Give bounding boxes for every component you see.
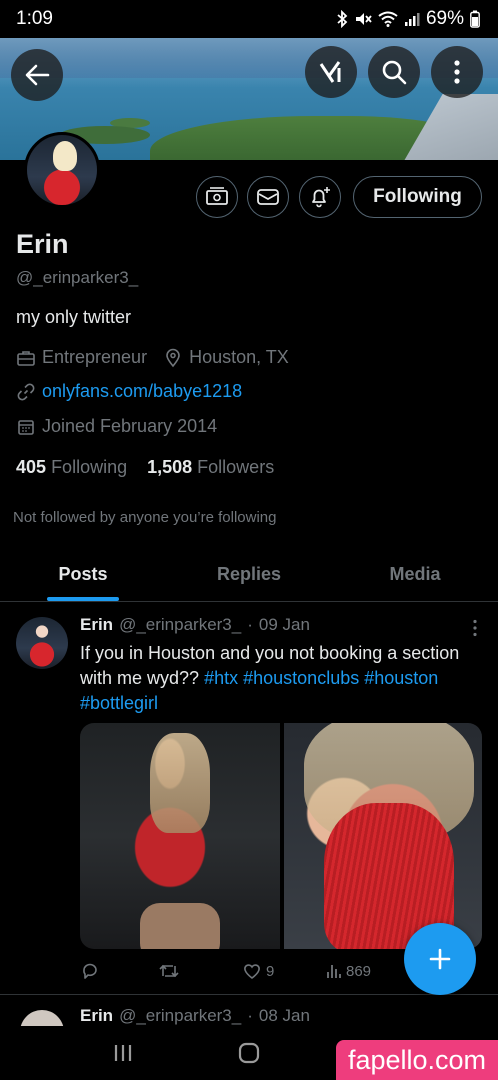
recent-apps-button[interactable] <box>103 1033 143 1073</box>
profile-tabs: Posts Replies Media <box>0 548 498 602</box>
post-author-handle[interactable]: @_erinparker3_ <box>119 1006 241 1026</box>
hashtag-link[interactable]: #htx <box>204 668 238 688</box>
battery-percent: 69% <box>425 8 464 29</box>
back-arrow-icon <box>25 64 50 86</box>
following-count: 405 <box>16 457 47 477</box>
not-followed-note: Not followed by anyone you’re following <box>13 509 277 526</box>
views-button[interactable]: 869 <box>326 963 371 980</box>
calendar-icon <box>18 419 34 435</box>
post-header: Erin @_erinparker3_ · 08 Jan <box>80 1006 310 1026</box>
post-date[interactable]: 09 Jan <box>259 615 310 635</box>
compose-post-button[interactable] <box>404 923 476 995</box>
profile-joined-row: Joined February 2014 <box>16 416 217 437</box>
profile-category: Entrepreneur <box>42 347 148 367</box>
followers-label: Followers <box>197 457 275 477</box>
location-pin-icon <box>166 348 180 367</box>
home-button[interactable] <box>229 1033 269 1073</box>
more-options-button[interactable] <box>431 46 483 98</box>
like-button[interactable]: 9 <box>242 962 326 980</box>
status-icons: 69% <box>336 8 480 30</box>
battery-icon <box>470 10 480 28</box>
tab-media[interactable]: Media <box>332 548 498 601</box>
post-header: Erin @_erinparker3_ · 09 Jan <box>80 615 310 635</box>
plus-icon <box>429 948 451 970</box>
envelope-icon <box>257 189 279 205</box>
post-author-handle[interactable]: @_erinparker3_ <box>119 615 241 635</box>
followers-count: 1,508 <box>147 457 193 477</box>
tab-replies[interactable]: Replies <box>166 548 332 601</box>
briefcase-icon <box>17 350 35 366</box>
back-button[interactable] <box>11 49 63 101</box>
avatar-hair <box>53 141 77 171</box>
following-count-link[interactable]: 405 Following <box>16 457 127 478</box>
hashtag-link[interactable]: #bottlegirl <box>80 693 158 713</box>
recent-apps-icon <box>114 1045 132 1061</box>
repost-button[interactable] <box>158 961 242 981</box>
home-icon <box>238 1042 260 1064</box>
post-separator: · <box>247 1006 253 1025</box>
status-time: 1:09 <box>16 8 53 29</box>
views-count: 869 <box>346 962 372 980</box>
profile-link-row: onlyfans.com/babye1218 <box>16 381 242 402</box>
reply-button[interactable] <box>80 961 158 981</box>
post-actions: 9 869 <box>80 961 400 981</box>
link-icon <box>17 383 35 400</box>
following-label: Following <box>51 457 128 477</box>
heart-icon <box>244 964 260 980</box>
post-separator: · <box>247 615 253 634</box>
profile-joined-date: Joined February 2014 <box>42 416 218 436</box>
bluetooth-icon <box>337 10 348 28</box>
reply-icon <box>83 963 97 979</box>
money-icon <box>206 187 228 205</box>
like-count: 9 <box>266 962 275 980</box>
post-author-avatar[interactable] <box>16 617 68 669</box>
profile-bio: my only twitter <box>16 307 132 327</box>
message-button[interactable] <box>247 176 289 218</box>
search-button[interactable] <box>368 46 420 98</box>
post-image-2[interactable] <box>284 723 482 949</box>
following-button[interactable]: Following <box>353 176 482 218</box>
followers-count-link[interactable]: 1,508 Followers <box>147 457 274 478</box>
post-author-name[interactable]: Erin <box>80 1006 113 1026</box>
photo-figure <box>150 733 210 833</box>
signal-icon <box>404 13 420 26</box>
notifications-button[interactable] <box>299 176 341 218</box>
profile-avatar[interactable] <box>24 132 100 208</box>
hashtag-link[interactable]: #houston <box>364 668 438 688</box>
profile-location: Houston, TX <box>189 347 289 367</box>
hashtag-link[interactable]: #houstonclubs <box>243 668 359 688</box>
profile-meta-row: Entrepreneur Houston, TX <box>16 347 289 368</box>
wifi-icon <box>378 11 398 27</box>
post-date[interactable]: 08 Jan <box>259 1006 310 1026</box>
photo-figure <box>140 903 220 949</box>
status-bar: 1:09 69% <box>0 0 498 38</box>
post-more-icon[interactable] <box>472 619 478 637</box>
profile-name: Erin <box>16 229 69 259</box>
grok-button[interactable] <box>305 46 357 98</box>
search-icon <box>382 60 407 85</box>
profile-website-link[interactable]: onlyfans.com/babye1218 <box>42 381 242 402</box>
repost-icon <box>159 964 179 978</box>
grok-icon <box>319 61 341 83</box>
post-author-avatar[interactable] <box>20 1010 64 1026</box>
post-author-name[interactable]: Erin <box>80 615 113 635</box>
subscribe-button[interactable] <box>196 176 238 218</box>
banner-clouds <box>0 38 498 88</box>
bell-plus-icon <box>312 187 330 208</box>
tab-posts[interactable]: Posts <box>0 548 166 601</box>
next-post-item[interactable]: Erin @_erinparker3_ · 08 Jan <box>0 996 498 1026</box>
more-vertical-icon <box>454 60 460 84</box>
post-image-1[interactable] <box>80 723 280 949</box>
views-chart-icon <box>327 965 341 978</box>
post-text: If you in Houston and you not booking a … <box>80 641 480 716</box>
watermark: fapello.com <box>336 1040 498 1080</box>
mute-icon <box>355 13 372 25</box>
profile-handle: @_erinparker3_ <box>16 268 139 287</box>
follow-stats: 405 Following 1,508 Followers <box>16 457 274 478</box>
